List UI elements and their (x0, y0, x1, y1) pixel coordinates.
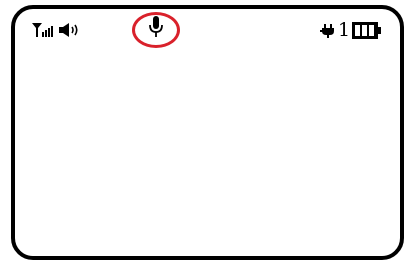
status-bar: 1 (15, 9, 400, 49)
microphone-icon[interactable] (148, 16, 164, 38)
speaker-volume-icon (59, 23, 78, 37)
signal-antenna-icon (32, 23, 53, 37)
device-screen: 1 (11, 5, 404, 260)
power-plug-icon (320, 24, 334, 38)
battery-full-icon (352, 22, 381, 39)
battery-count: 1 (338, 19, 351, 41)
